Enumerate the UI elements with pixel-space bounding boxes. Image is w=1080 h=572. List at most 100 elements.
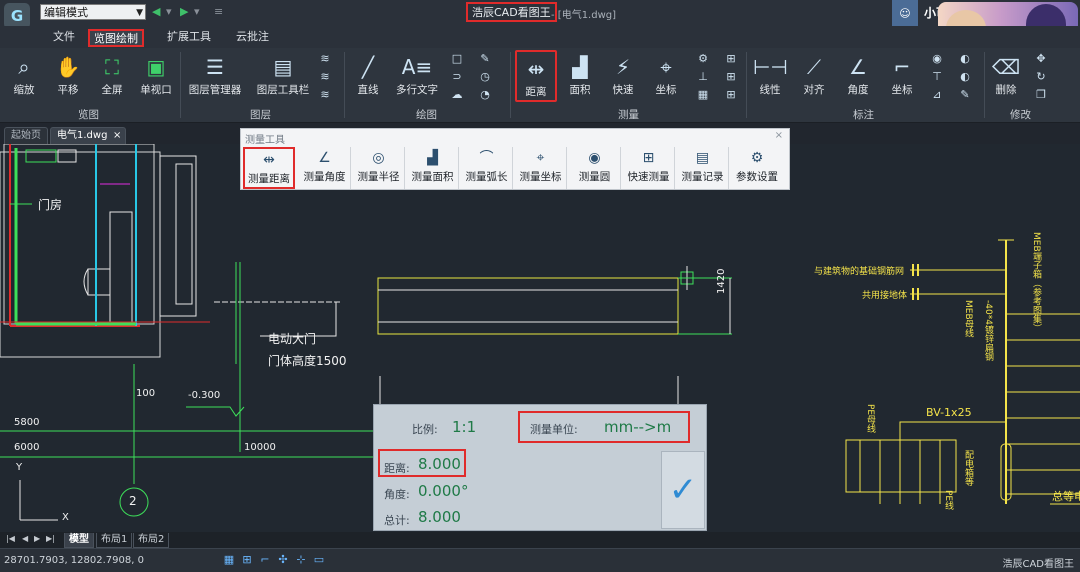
cloud-icon[interactable]: ☁ [450, 88, 464, 102]
circle-icon: ◉ [588, 150, 601, 166]
osnap-icon[interactable]: ⊹ [294, 553, 308, 567]
polar-icon[interactable]: ✣ [276, 553, 290, 567]
brand-label: 浩辰CAD看图王 [1002, 559, 1074, 570]
tool-measure-angle[interactable]: ∠ 测量角度 [299, 147, 351, 189]
measure-coord-button[interactable]: ⌖ 坐标 [646, 50, 686, 102]
menu-file[interactable]: 文件 [49, 29, 79, 47]
menu-extend-tools[interactable]: 扩展工具 [163, 29, 215, 47]
dim-6000: 6000 [14, 442, 40, 453]
copy-icon[interactable]: ❐ [1034, 88, 1048, 102]
measure-tool-icon[interactable]: ⊥ [696, 70, 710, 84]
dim-tool-icon[interactable]: ◐ [958, 52, 972, 66]
check-icon: ✓ [668, 470, 698, 510]
layer-stack-icon[interactable]: ≋ [318, 88, 332, 102]
ruler-icon: ⇹ [263, 152, 275, 168]
layout-tab-1[interactable]: 布局1 [96, 533, 133, 548]
back-arrow-icon[interactable]: ◀ [152, 5, 160, 18]
total-eq-label: 总等电 [1052, 490, 1080, 503]
door-swing [87, 268, 111, 296]
tab-dwg-file[interactable]: 电气1.dwg × [50, 127, 127, 144]
tool-measure-circle[interactable]: ◉ 测量圆 [569, 147, 621, 189]
menu-cloud-annotate[interactable]: 云批注 [232, 29, 273, 47]
ortho-icon[interactable]: ⌐ [258, 553, 272, 567]
rectangle-icon[interactable]: □ [450, 52, 464, 66]
close-icon[interactable]: × [113, 128, 121, 143]
dim-tool-icon[interactable]: ◐ [958, 70, 972, 84]
layout-tab-model[interactable]: 模型 [64, 533, 94, 548]
dim-tool-icon[interactable]: ✎ [958, 88, 972, 102]
menu-bar: 文件 览图绘制 扩展工具 云批注 [0, 26, 1080, 48]
layer-toolbar-button[interactable]: ▤ 图层工具栏 [257, 50, 310, 102]
tool-measure-arc[interactable]: ⌒ 测量弧长 [461, 147, 513, 189]
tool-label: 测量坐标 [519, 171, 562, 183]
measure-tool-icon[interactable]: ⊞ [724, 70, 738, 84]
layout-tab-bar: |◀ ◀ ▶ ▶| 模型 布局1 布局2 [0, 532, 1080, 548]
confirm-button[interactable]: ✓ [661, 451, 705, 529]
dim-tool-icon[interactable]: ⊿ [930, 88, 944, 102]
document-tabs: 起始页 电气1.dwg × [0, 124, 240, 144]
dropdown-icon[interactable]: ▾ [194, 5, 200, 18]
cursor-coordinates: 28701.7903, 12802.7908, 0 [4, 555, 144, 566]
measure-tool-icon[interactable]: ⊞ [724, 88, 738, 102]
bv-wire [899, 421, 1006, 444]
menu-view-draw[interactable]: 览图绘制 [88, 29, 144, 47]
tab-start-page[interactable]: 起始页 [4, 127, 48, 144]
forward-arrow-icon[interactable]: ▶ [180, 5, 188, 18]
level-symbol [186, 406, 245, 417]
angle-dim-icon: ∠ [849, 55, 867, 79]
grid-icon[interactable]: ▦ [222, 553, 236, 567]
next-tab-icon[interactable]: ▶ [34, 534, 40, 543]
layout-tab-2[interactable]: 布局2 [133, 533, 170, 548]
arc-icon[interactable]: ⊃ [450, 70, 464, 84]
lineweight-icon[interactable]: ▭ [312, 553, 326, 567]
lightning-icon: ⚡ [615, 55, 631, 79]
delete-button[interactable]: ⌫ 删除 [986, 50, 1026, 102]
tool-settings[interactable]: ⚙ 参数设置 [731, 147, 783, 189]
pencil-icon[interactable]: ✎ [478, 52, 492, 66]
ucs-y-label: Y [16, 462, 23, 473]
layer-stack-icon[interactable]: ≋ [318, 70, 332, 84]
dim-coord-button[interactable]: ⌐ 坐标 [882, 50, 922, 102]
single-viewport-button[interactable]: ▣ 单视口 [136, 50, 176, 102]
dropdown-icon[interactable]: ▾ [166, 5, 172, 18]
measure-tool-icon[interactable]: ⊞ [724, 52, 738, 66]
status-bar: 28701.7903, 12802.7908, 0 ▦ ⊞ ⌐ ✣ ⊹ ▭ 浩辰… [0, 548, 1080, 572]
tool-label: 测量记录 [681, 171, 724, 183]
snap-icon[interactable]: ⊞ [240, 553, 254, 567]
measure-tool-icon[interactable]: ▦ [696, 88, 710, 102]
circle-icon[interactable]: ◷ [478, 70, 492, 84]
tab-dwg-label: 电气1.dwg [57, 130, 108, 141]
prev-tab-icon[interactable]: ◀ [22, 534, 28, 543]
title-bar: G 编辑模式 ▼ ◀ ▾ ▶ ▾ ≡ 浩辰CAD看图王 - [电气1.dwg] ☺… [0, 0, 1080, 56]
single-viewport-label: 单视口 [140, 84, 172, 96]
mtext-button[interactable]: A≡ 多行文字 [396, 50, 438, 102]
rotate-icon[interactable]: ↻ [1034, 70, 1048, 84]
tool-measure-radius[interactable]: ◎ 测量半径 [353, 147, 405, 189]
move-icon[interactable]: ✥ [1034, 52, 1048, 66]
line-button[interactable]: ╱ 直线 [348, 50, 388, 102]
ribbon: ⌕ 缩放 ✋ 平移 ⛶ 全屏 ▣ 单视口 览图 ☰ 图层管理器 ▤ 图层工具栏 ≋ ≋ ≋ … [0, 48, 1080, 123]
tool-measure-distance[interactable]: ⇹ 测量距离 [243, 147, 295, 189]
first-tab-icon[interactable]: |◀ [6, 534, 15, 543]
tool-measure-record[interactable]: ▤ 测量记录 [677, 147, 729, 189]
close-icon[interactable]: × [775, 130, 783, 141]
group-label-draw: 绘图 [416, 109, 437, 121]
dim-tool-icon[interactable]: ⊤ [930, 70, 944, 84]
group-divider [180, 52, 181, 118]
tool-measure-area[interactable]: ▟ 测量面积 [407, 147, 459, 189]
layer-manager-button[interactable]: ☰ 图层管理器 [189, 50, 242, 102]
customize-icon[interactable]: ≡ [214, 5, 223, 18]
ellipse-icon[interactable]: ◔ [478, 88, 492, 102]
measure-tool-icon[interactable]: ⚙ [696, 52, 710, 66]
tool-measure-coord[interactable]: ⌖ 测量坐标 [515, 147, 567, 189]
eye-icon[interactable]: ◉ [930, 52, 944, 66]
unit-value[interactable]: mm-->m [604, 418, 671, 436]
layer-stack-icon[interactable]: ≋ [318, 52, 332, 66]
last-tab-icon[interactable]: ▶| [46, 534, 55, 543]
group-label-modify: 修改 [1010, 109, 1031, 121]
tool-quick-measure[interactable]: ⊞ 快速测量 [623, 147, 675, 189]
user-avatar-icon[interactable]: ☺ [892, 0, 918, 26]
pe-line-label: PE线 [943, 490, 953, 511]
mode-select[interactable]: 编辑模式 ▼ [40, 4, 146, 20]
tool-label: 测量角度 [303, 171, 346, 183]
